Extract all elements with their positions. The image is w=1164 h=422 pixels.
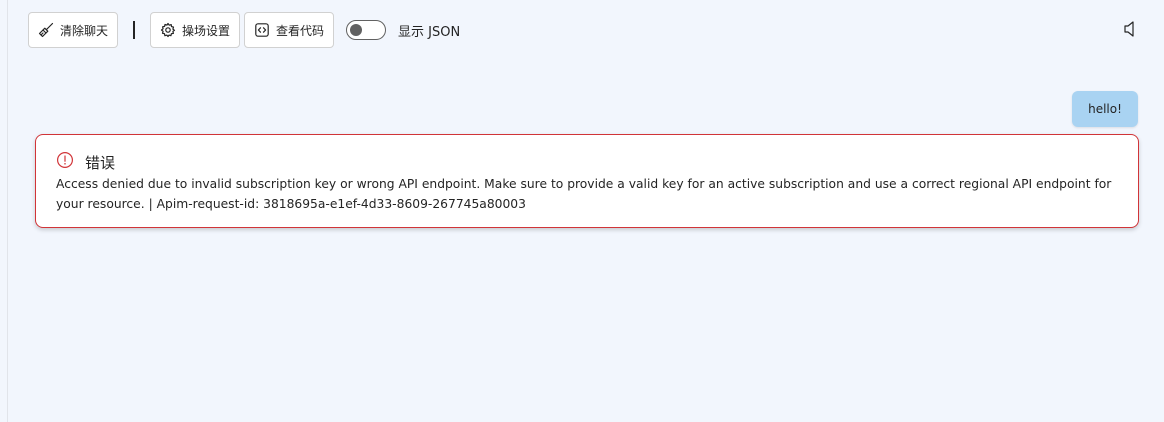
playground-settings-button[interactable]: 操场设置: [150, 12, 240, 48]
view-code-button[interactable]: 查看代码: [244, 12, 334, 48]
clear-chat-button[interactable]: 清除聊天: [28, 12, 118, 48]
user-message-bubble: hello!: [1072, 91, 1138, 127]
chat-toolbar: 清除聊天 操场设置 查看代码 显示 JSON: [28, 12, 1144, 48]
show-json-toggle-group: 显示 JSON: [346, 20, 460, 40]
broom-icon: [38, 22, 54, 38]
clear-chat-label: 清除聊天: [60, 23, 109, 38]
user-message-text: hello!: [1088, 102, 1122, 116]
show-json-label: 显示 JSON: [398, 24, 461, 40]
error-message-text: Access denied due to invalid subscriptio…: [56, 177, 1112, 211]
toolbar-divider: [133, 21, 135, 39]
show-json-toggle[interactable]: [346, 20, 386, 40]
error-message-card: 错误 Access denied due to invalid subscrip…: [35, 134, 1139, 228]
error-header: 错误: [56, 151, 1118, 173]
playground-settings-label: 操场设置: [182, 23, 231, 38]
error-title: 错误: [85, 153, 116, 172]
speaker-icon[interactable]: [1122, 20, 1138, 38]
code-icon: [254, 22, 270, 38]
info-circle-icon: [56, 151, 74, 173]
toggle-knob: [350, 24, 362, 36]
gear-icon: [160, 22, 176, 38]
view-code-label: 查看代码: [276, 23, 325, 38]
left-panel-border: [7, 0, 8, 422]
